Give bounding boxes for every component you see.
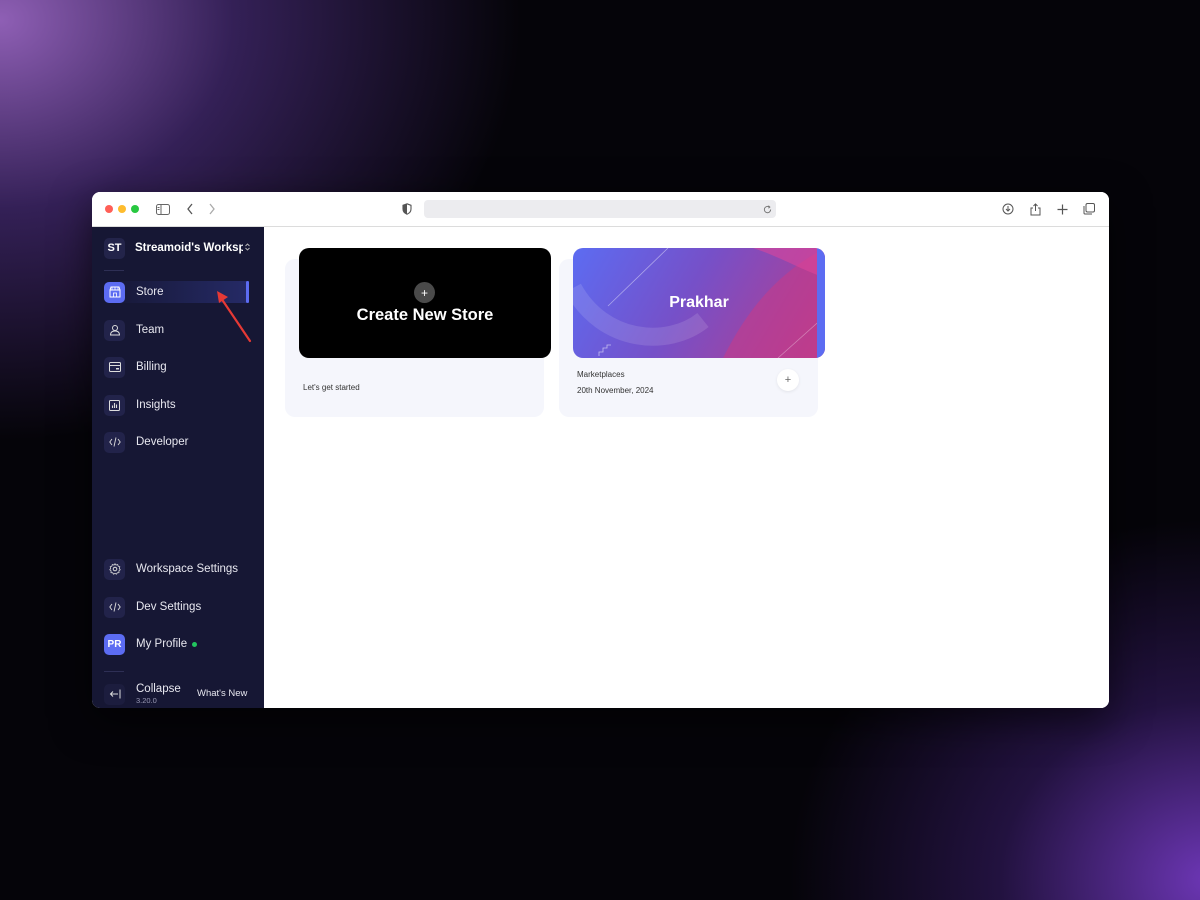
address-bar[interactable]	[424, 200, 776, 218]
code-icon	[104, 596, 125, 618]
sidebar-item-label: Insights	[136, 399, 176, 411]
sidebar-item-label: Billing	[136, 361, 167, 373]
download-icon[interactable]	[999, 200, 1017, 218]
sidebar-item-label: Developer	[136, 436, 189, 448]
share-icon[interactable]	[1026, 200, 1044, 218]
maximize-window-button[interactable]	[131, 205, 139, 213]
sidebar-item-label: Workspace Settings	[136, 563, 239, 575]
version-label: 3.20.0	[136, 695, 157, 705]
code-icon	[104, 431, 125, 453]
billing-icon	[104, 356, 125, 378]
annotation-arrow-icon	[217, 291, 252, 343]
sidebar-item-my-profile[interactable]: PR My Profile	[104, 633, 249, 655]
store-card[interactable]: Prakhar Marketplaces 20th November, 2024…	[559, 248, 825, 417]
collapse-text: Collapse 3.20.0	[136, 683, 181, 705]
sidebar-item-billing[interactable]: Billing	[104, 356, 249, 378]
collapse-icon	[104, 683, 125, 705]
chevron-updown-icon	[245, 243, 250, 253]
insights-icon	[104, 394, 125, 416]
whats-new-link[interactable]: What's New	[197, 688, 247, 699]
create-store-subtitle: Let's get started	[303, 383, 360, 392]
privacy-shield-icon[interactable]	[398, 200, 416, 218]
new-tab-icon[interactable]	[1053, 200, 1071, 218]
back-icon[interactable]	[181, 200, 199, 218]
sidebar-item-label: Dev Settings	[136, 601, 202, 613]
browser-window: ST Streamoid's Worksp... Store Team Bill…	[92, 192, 1109, 708]
reload-icon[interactable]	[758, 200, 776, 218]
add-button[interactable]: +	[777, 369, 799, 391]
collapse-label: Collapse	[136, 683, 181, 695]
create-store-card[interactable]: + Create New Store Let's get started	[285, 248, 551, 417]
sidebar-item-workspace-settings[interactable]: Workspace Settings	[104, 558, 249, 580]
plus-icon: +	[414, 282, 435, 303]
avatar: PR	[104, 633, 125, 655]
sidebar-item-label: My Profile	[136, 638, 188, 650]
store-icon	[104, 281, 125, 303]
sidebar-item-label: Store	[136, 286, 164, 298]
forward-icon[interactable]	[203, 200, 221, 218]
sidebar-divider	[104, 671, 124, 672]
store-card-banner[interactable]: Prakhar	[573, 248, 825, 358]
close-window-button[interactable]	[105, 205, 113, 213]
sidebar-divider	[104, 270, 124, 271]
tab-overview-icon[interactable]	[1080, 200, 1098, 218]
online-status-dot	[192, 641, 198, 647]
minimize-window-button[interactable]	[118, 205, 126, 213]
team-icon	[104, 319, 125, 341]
workspace-name: Streamoid's Worksp...	[135, 242, 243, 254]
sidebar-item-dev-settings[interactable]: Dev Settings	[104, 596, 249, 618]
store-created-date: 20th November, 2024	[577, 386, 654, 395]
workspace-switcher[interactable]: ST Streamoid's Worksp...	[104, 237, 254, 259]
sidebar-item-label: Team	[136, 324, 165, 336]
sidebar-item-insights[interactable]: Insights	[104, 394, 249, 416]
store-category: Marketplaces	[577, 370, 625, 379]
gear-icon	[104, 558, 125, 580]
store-name: Prakhar	[669, 294, 729, 311]
workspace-avatar: ST	[104, 237, 125, 259]
sidebar-item-developer[interactable]: Developer	[104, 431, 249, 453]
create-store-title: Create New Store	[356, 306, 494, 324]
sidebar-toggle-icon[interactable]	[154, 200, 172, 218]
create-store-banner[interactable]: + Create New Store	[299, 248, 551, 358]
browser-toolbar	[92, 192, 1109, 227]
main-content: + Create New Store Let's get started Pra…	[264, 227, 1109, 708]
